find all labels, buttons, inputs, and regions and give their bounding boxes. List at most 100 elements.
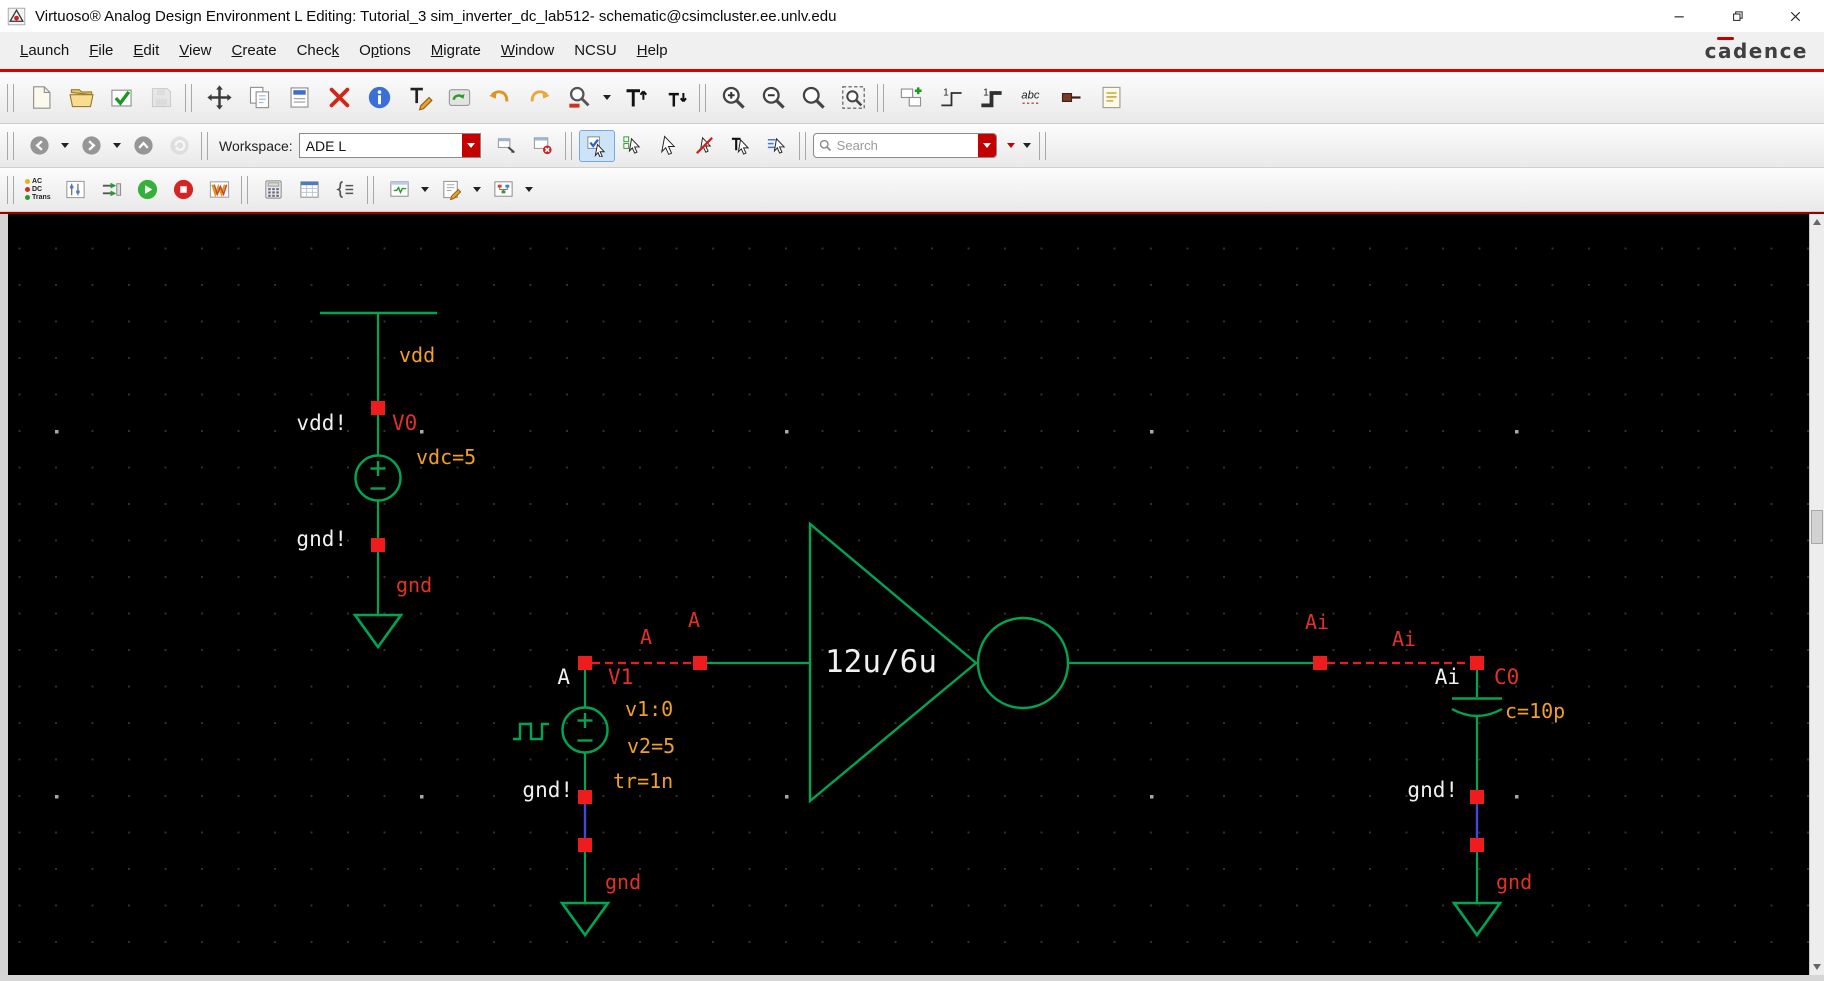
check-and-save-button[interactable] [101, 80, 141, 116]
analyses-button[interactable]: AC DC Trans [21, 174, 57, 206]
schematic-window-dropdown[interactable] [421, 187, 429, 192]
input-pin-label[interactable]: A [557, 665, 570, 689]
input-pin[interactable] [578, 656, 592, 670]
menu-view[interactable]: View [169, 42, 221, 59]
menu-help[interactable]: Help [627, 42, 678, 59]
hierarchy-button[interactable] [485, 174, 521, 206]
forward-button[interactable] [73, 130, 109, 162]
gnd-wire-label[interactable]: gnd [396, 573, 432, 597]
find-replace-button[interactable] [559, 80, 599, 116]
plot-waveform-button[interactable] [201, 174, 237, 206]
gnd-net-label[interactable]: gnd! [1407, 778, 1458, 802]
search-options-dropdown[interactable] [1023, 143, 1031, 148]
setup-variables-button[interactable] [57, 174, 93, 206]
gnd-pin[interactable] [1470, 790, 1484, 804]
net-a-label-1[interactable]: A [640, 625, 652, 649]
wire-endpoint[interactable] [693, 656, 707, 670]
annotate-dropdown[interactable] [473, 187, 481, 192]
vdc-value-label[interactable]: vdc=5 [416, 445, 476, 469]
v1-instance-label[interactable]: V1 [608, 665, 633, 689]
gnd-pin[interactable] [1470, 838, 1484, 852]
edit-text-button[interactable] [399, 80, 439, 116]
inverter-size-label[interactable]: 12u/6u [825, 644, 937, 680]
find-replace-dropdown[interactable] [603, 95, 611, 100]
calculator-button[interactable] [255, 174, 291, 206]
netlist-button[interactable] [93, 174, 129, 206]
menu-create[interactable]: Create [222, 42, 287, 59]
gnd-pin[interactable] [371, 538, 385, 552]
up-button[interactable] [125, 130, 161, 162]
properties-button[interactable] [279, 80, 319, 116]
schematic-canvas[interactable]: vdd vdd! V0 vdc=5 gnd! gnd [8, 214, 1809, 975]
expressions-button[interactable] [327, 174, 363, 206]
gnd-wire-label[interactable]: gnd [605, 870, 641, 894]
wire-endpoint[interactable] [1313, 656, 1327, 670]
menu-options[interactable]: Options [349, 42, 421, 59]
annotate-button[interactable] [433, 174, 469, 206]
v2-value-label[interactable]: v2=5 [627, 734, 675, 758]
gnd-pin[interactable] [578, 790, 592, 804]
vdd-pin[interactable] [371, 401, 385, 415]
workspace-combobox[interactable] [299, 133, 481, 158]
forward-history-dropdown[interactable] [113, 143, 121, 148]
deselect-button[interactable] [687, 130, 723, 162]
save-button[interactable] [141, 80, 181, 116]
create-pin-button[interactable] [1051, 80, 1091, 116]
delete-button[interactable] [319, 80, 359, 116]
gnd-net-label[interactable]: gnd! [296, 527, 347, 551]
open-button[interactable] [61, 80, 101, 116]
gnd-pin[interactable] [578, 838, 592, 852]
text-selection-button[interactable] [723, 130, 759, 162]
search-filter-dropdown[interactable] [1007, 143, 1015, 148]
cap-instance-label[interactable]: C0 [1494, 665, 1519, 689]
create-note-button[interactable] [1091, 80, 1131, 116]
zoom-fit-button[interactable] [833, 80, 873, 116]
stop-simulation-button[interactable] [165, 174, 201, 206]
cap-value-label[interactable]: c=10p [1505, 699, 1565, 723]
descend-button[interactable] [891, 80, 931, 116]
net-ai-label-2[interactable]: Ai [1392, 627, 1416, 651]
info-button[interactable] [359, 80, 399, 116]
new-cellview-button[interactable] [21, 80, 61, 116]
menu-ncsu[interactable]: NCSU [564, 42, 627, 59]
output-pin-label[interactable]: Ai [1435, 665, 1460, 689]
menu-launch[interactable]: Launch [10, 42, 79, 59]
refresh-button[interactable] [161, 130, 197, 162]
partial-selection-button[interactable] [615, 130, 651, 162]
undo-button[interactable] [479, 80, 519, 116]
create-narrow-wire-button[interactable]: 1 [931, 80, 971, 116]
single-selection-button[interactable] [651, 130, 687, 162]
vertical-scrollbar[interactable] [1809, 214, 1824, 975]
close-window-button[interactable] [525, 130, 561, 162]
hierarchy-dropdown[interactable] [525, 187, 533, 192]
menu-window[interactable]: Window [491, 42, 564, 59]
menu-file[interactable]: File [79, 42, 123, 59]
net-ai-label-1[interactable]: Ai [1305, 610, 1329, 634]
copy-button[interactable] [239, 80, 279, 116]
zoom-out-button[interactable] [753, 80, 793, 116]
workspace-dropdown-button[interactable] [462, 134, 480, 157]
scrollbar-thumb[interactable] [1811, 510, 1823, 544]
gnd-net-label[interactable]: gnd! [522, 778, 573, 802]
probe-selection-button[interactable] [759, 130, 795, 162]
output-pin[interactable] [1470, 656, 1484, 670]
selection-mode-button[interactable] [579, 130, 615, 162]
search-dropdown-button[interactable] [978, 134, 996, 157]
net-a-label-2[interactable]: A [688, 608, 700, 632]
minimize-button[interactable] [1650, 0, 1708, 32]
workspace-value[interactable] [300, 138, 462, 154]
back-history-dropdown[interactable] [61, 143, 69, 148]
move-button[interactable] [199, 80, 239, 116]
zoom-in-button[interactable] [713, 80, 753, 116]
create-wire-name-button[interactable]: abc [1011, 80, 1051, 116]
enlarge-text-button[interactable] [615, 80, 655, 116]
back-button[interactable] [21, 130, 57, 162]
scroll-up-button[interactable] [1810, 215, 1824, 229]
menu-check[interactable]: Check [287, 42, 350, 59]
search-box[interactable] [813, 133, 997, 158]
zoom-cursor-button[interactable] [793, 80, 833, 116]
results-browser-button[interactable] [291, 174, 327, 206]
repeat-command-button[interactable] [439, 80, 479, 116]
gnd-wire-label[interactable]: gnd [1496, 870, 1532, 894]
maximize-button[interactable] [1708, 0, 1766, 32]
